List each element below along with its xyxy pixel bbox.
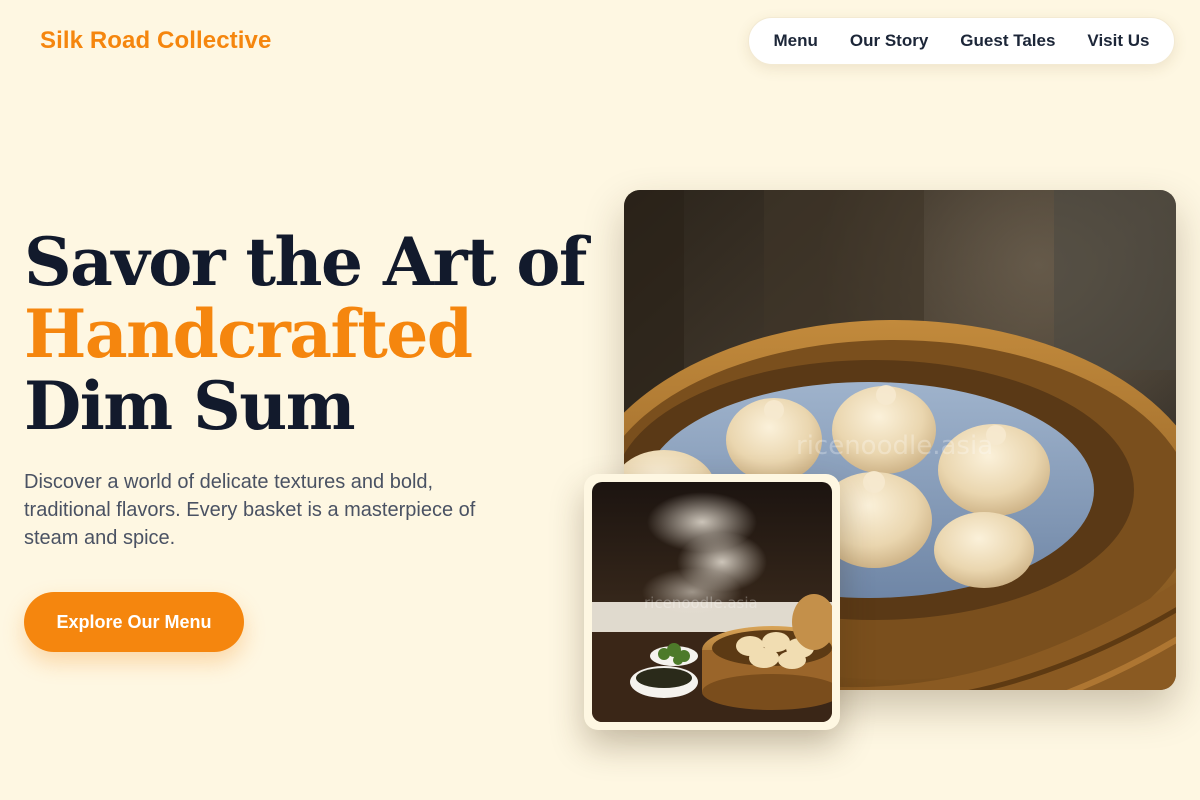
nav-link-guest-tales[interactable]: Guest Tales bbox=[960, 31, 1055, 51]
steaming-basket-image: ricenoodle.asia bbox=[592, 482, 832, 722]
main-nav: Menu Our Story Guest Tales Visit Us bbox=[748, 17, 1175, 65]
explore-menu-button[interactable]: Explore Our Menu bbox=[24, 592, 244, 652]
hero-title-accent: Handcrafted bbox=[24, 295, 473, 373]
main-image-watermark: ricenoodle.asia bbox=[796, 431, 993, 461]
steaming-basket-illustration: ricenoodle.asia bbox=[592, 482, 832, 722]
secondary-image-card: ricenoodle.asia bbox=[584, 474, 840, 730]
hero-title: Savor the Art of Handcrafted Dim Sum bbox=[24, 223, 587, 445]
brand-logo[interactable]: Silk Road Collective bbox=[40, 27, 271, 55]
hero-description: Discover a world of delicate textures an… bbox=[24, 471, 476, 549]
nav-link-menu[interactable]: Menu bbox=[774, 31, 818, 51]
hero-title-line-1: Savor the Art of bbox=[24, 223, 587, 301]
hero-title-line-3: Dim Sum bbox=[24, 367, 356, 445]
landing-page: Silk Road Collective Menu Our Story Gues… bbox=[0, 0, 1200, 800]
secondary-image-watermark: ricenoodle.asia bbox=[644, 594, 758, 612]
nav-link-visit-us[interactable]: Visit Us bbox=[1087, 31, 1149, 51]
nav-link-our-story[interactable]: Our Story bbox=[850, 31, 928, 51]
